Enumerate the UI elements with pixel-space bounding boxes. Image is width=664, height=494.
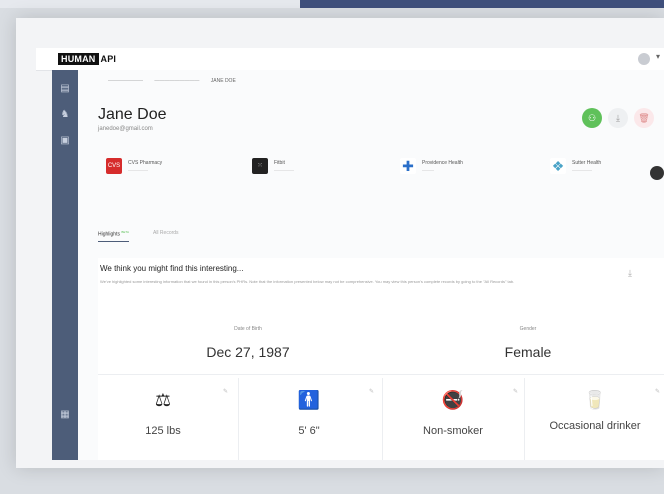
users-icon[interactable]: ♞ bbox=[59, 110, 71, 120]
source-name: CVS Pharmacy bbox=[128, 160, 163, 166]
source-item[interactable]: ⁙ Fitbit ————— bbox=[252, 158, 294, 174]
tab-all-records[interactable]: All Records bbox=[153, 230, 179, 242]
breadcrumb: ——————— ————————— JANE DOE bbox=[108, 78, 246, 84]
person-icon[interactable]: ⚇ bbox=[582, 108, 602, 128]
weight-tile: ✎ ⚖ 125 lbs bbox=[98, 388, 228, 458]
logo-main: HUMAN bbox=[58, 53, 99, 65]
chevron-down-icon[interactable]: ▾ bbox=[656, 52, 660, 61]
sidebar: ▤ ♞ ▣ ▦ bbox=[52, 70, 78, 460]
source-item[interactable]: CVS CVS Pharmacy ————— bbox=[106, 158, 162, 174]
gender-label: Gender bbox=[519, 326, 537, 332]
download-icon[interactable]: ⤓ bbox=[628, 268, 632, 279]
highlights-title: We think you might find this interesting… bbox=[100, 264, 244, 273]
drinking-value: Occasional drinker bbox=[549, 420, 641, 432]
highlights-card: We think you might find this interesting… bbox=[98, 258, 664, 460]
breadcrumb-item[interactable]: ——————— bbox=[108, 78, 143, 84]
source-sub: ————— bbox=[128, 167, 148, 172]
divider bbox=[98, 374, 664, 375]
smoking-tile: ✎ 🚭 Non-smoker bbox=[388, 388, 518, 458]
weight-value: 125 lbs bbox=[145, 425, 181, 437]
source-item[interactable]: ✚ Providence Health ——— bbox=[400, 158, 463, 174]
source-sub: ————— bbox=[274, 167, 294, 172]
download-icon[interactable]: ⤓ bbox=[608, 108, 628, 128]
logo-suffix: API bbox=[100, 54, 117, 64]
source-name: Providence Health bbox=[422, 160, 463, 166]
profile-email: janedoe@gmail.com bbox=[98, 126, 153, 132]
no-smoking-icon: 🚭 bbox=[441, 390, 465, 410]
settings-icon[interactable]: ▣ bbox=[59, 136, 71, 146]
gender-value: Female bbox=[504, 344, 552, 360]
cross-icon: ✚ bbox=[400, 158, 416, 174]
edit-icon[interactable]: ✎ bbox=[223, 388, 228, 395]
height-tile: ✎ 🚹 5' 6" bbox=[244, 388, 374, 458]
tab-label: Highlights bbox=[98, 231, 120, 238]
source-name: Fitbit bbox=[274, 160, 285, 166]
cvs-icon: CVS bbox=[106, 158, 122, 174]
beta-badge: BETA bbox=[121, 230, 129, 234]
source-item[interactable]: ❖ Sutter Health ————— bbox=[550, 158, 601, 174]
scale-icon: ⚖ bbox=[154, 390, 172, 410]
dob-label: Date of Birth bbox=[234, 326, 262, 332]
drink-icon: 🥛 bbox=[583, 390, 607, 410]
breadcrumb-current: JANE DOE bbox=[210, 78, 236, 84]
apps-grid-icon[interactable]: ▦ bbox=[59, 410, 71, 420]
dob-value: Dec 27, 1987 bbox=[206, 344, 290, 360]
main-content: ——————— ————————— JANE DOE Jane Doe jane… bbox=[78, 70, 664, 460]
tab-label: All Records bbox=[152, 230, 179, 236]
divider bbox=[524, 378, 525, 460]
top-bar: HUMAN API ▾ bbox=[36, 48, 664, 71]
divider bbox=[382, 378, 383, 460]
fitbit-icon: ⁙ bbox=[252, 158, 268, 174]
highlights-description: We've highlighted some interesting infor… bbox=[100, 279, 515, 284]
smoking-value: Non-smoker bbox=[423, 425, 483, 437]
height-value: 5' 6" bbox=[298, 425, 320, 437]
tabs: Highlights BETA All Records bbox=[98, 230, 203, 242]
sources-row: CVS CVS Pharmacy ————— ⁙ Fitbit ————— ✚ … bbox=[98, 158, 664, 188]
drinking-tile: ✎ 🥛 Occasional drinker bbox=[530, 388, 660, 458]
document-icon[interactable]: ▤ bbox=[59, 84, 71, 94]
page-title: Jane Doe bbox=[98, 106, 167, 123]
divider bbox=[238, 378, 239, 460]
accent-background bbox=[0, 0, 300, 8]
source-name: Sutter Health bbox=[572, 160, 602, 166]
source-sub: ——— bbox=[422, 167, 434, 172]
tab-highlights[interactable]: Highlights BETA bbox=[98, 230, 129, 242]
user-avatar[interactable] bbox=[638, 53, 650, 65]
trash-icon[interactable]: 🗑 bbox=[634, 108, 654, 128]
breadcrumb-item[interactable]: ————————— bbox=[154, 78, 199, 84]
edit-icon[interactable]: ✎ bbox=[369, 388, 374, 395]
logo[interactable]: HUMAN API bbox=[58, 52, 116, 66]
edit-icon[interactable]: ✎ bbox=[513, 388, 518, 395]
more-sources-button[interactable] bbox=[650, 166, 664, 180]
source-sub: ————— bbox=[572, 167, 592, 172]
sutter-icon: ❖ bbox=[550, 158, 566, 174]
person-height-icon: 🚹 bbox=[297, 390, 321, 410]
edit-icon[interactable]: ✎ bbox=[655, 388, 660, 395]
